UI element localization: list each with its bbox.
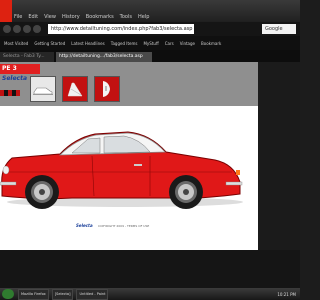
color-swatch[interactable]: [16, 90, 20, 96]
door-panel-icon: [103, 81, 110, 97]
status-area: [0, 250, 300, 288]
brand-name: Selecta: [2, 75, 27, 82]
taskbar-item[interactable]: Untitled - Paint: [76, 288, 109, 300]
front-wheel: [25, 175, 59, 209]
copyright-text[interactable]: COPYRIGHT 2009 - TERMS OF USE: [98, 224, 149, 228]
bookmark-item[interactable]: MyStuff: [143, 41, 158, 46]
start-button[interactable]: [2, 289, 14, 299]
taskbar-item[interactable]: Mozilla Firefox: [18, 288, 49, 300]
car-preview-canvas: Selecta COPYRIGHT 2009 - TERMS OF USE: [0, 106, 258, 250]
home-icon[interactable]: [33, 25, 41, 33]
interior-icon: [67, 82, 83, 97]
taskbar-item[interactable]: [Selecta]: [51, 288, 74, 300]
menu-item-file[interactable]: File: [14, 14, 22, 20]
bookmark-item[interactable]: Tagged Items: [111, 41, 138, 46]
car-illustration: [0, 131, 243, 209]
rear-bumper: [225, 181, 243, 186]
back-icon[interactable]: [3, 25, 11, 33]
view-detail-thumbnail[interactable]: [94, 76, 120, 102]
bookmark-item[interactable]: Bookmark: [201, 41, 221, 46]
bookmark-item[interactable]: Latest Headlines: [71, 41, 104, 46]
menu-item-history[interactable]: History: [62, 14, 80, 20]
door-handle: [134, 164, 142, 166]
menu-list: File Edit View History Bookmarks Tools H…: [14, 14, 149, 20]
clock: 10:21 PM: [277, 291, 296, 297]
view-side-thumbnail[interactable]: [30, 76, 56, 102]
bookmarks-toolbar: Most Visited Getting Started Latest Head…: [0, 36, 300, 50]
car-side-icon: [33, 87, 53, 95]
brand-banner: PE 3 Selecta: [0, 64, 40, 82]
view-interior-thumbnail[interactable]: [62, 76, 88, 102]
menu-item-help[interactable]: Help: [138, 14, 149, 20]
color-swatches: [0, 90, 20, 96]
navigation-bar: http://www.detailtuning.com/index.php?fa…: [0, 22, 300, 37]
bookmark-item[interactable]: Getting Started: [34, 41, 65, 46]
front-bumper: [0, 181, 17, 186]
tab-inactive[interactable]: Selecta - Fab3 Ty...: [0, 52, 54, 62]
tab-active[interactable]: http://detailtuning.../fab3/selecta.asp: [56, 52, 152, 62]
taillight: [236, 170, 240, 175]
brand-prefix: PE 3: [2, 65, 17, 72]
bookmark-item[interactable]: Most Visited: [4, 41, 28, 46]
bookmark-item[interactable]: Cars: [165, 41, 174, 46]
menu-item-edit[interactable]: Edit: [28, 14, 38, 20]
configurator-toolbar: PE 3 Selecta: [0, 62, 258, 106]
reload-icon[interactable]: [23, 25, 31, 33]
bookmark-item[interactable]: Vintage: [180, 41, 195, 46]
browser-menubar: File Edit View History Bookmarks Tools H…: [0, 0, 300, 22]
footer-logo: Selecta: [76, 223, 93, 228]
forward-icon[interactable]: [13, 25, 21, 33]
app-logo-icon: [0, 0, 12, 22]
address-bar[interactable]: http://www.detailtuning.com/index.php?fa…: [48, 24, 194, 34]
menu-item-bookmarks[interactable]: Bookmarks: [86, 14, 114, 20]
rear-wheel: [169, 175, 203, 209]
menu-item-view[interactable]: View: [44, 14, 56, 20]
search-input[interactable]: Google: [262, 24, 296, 34]
headlight: [2, 165, 10, 175]
windows-taskbar: Mozilla Firefox [Selecta] Untitled - Pai…: [0, 288, 300, 300]
page-content: PE 3 Selecta Selecta COPYRIGHT 2009 - TE…: [0, 62, 258, 250]
side-panel: [258, 62, 300, 250]
menu-item-tools[interactable]: Tools: [120, 14, 132, 20]
tab-strip: Selecta - Fab3 Ty... http://detailtuning…: [0, 50, 300, 62]
